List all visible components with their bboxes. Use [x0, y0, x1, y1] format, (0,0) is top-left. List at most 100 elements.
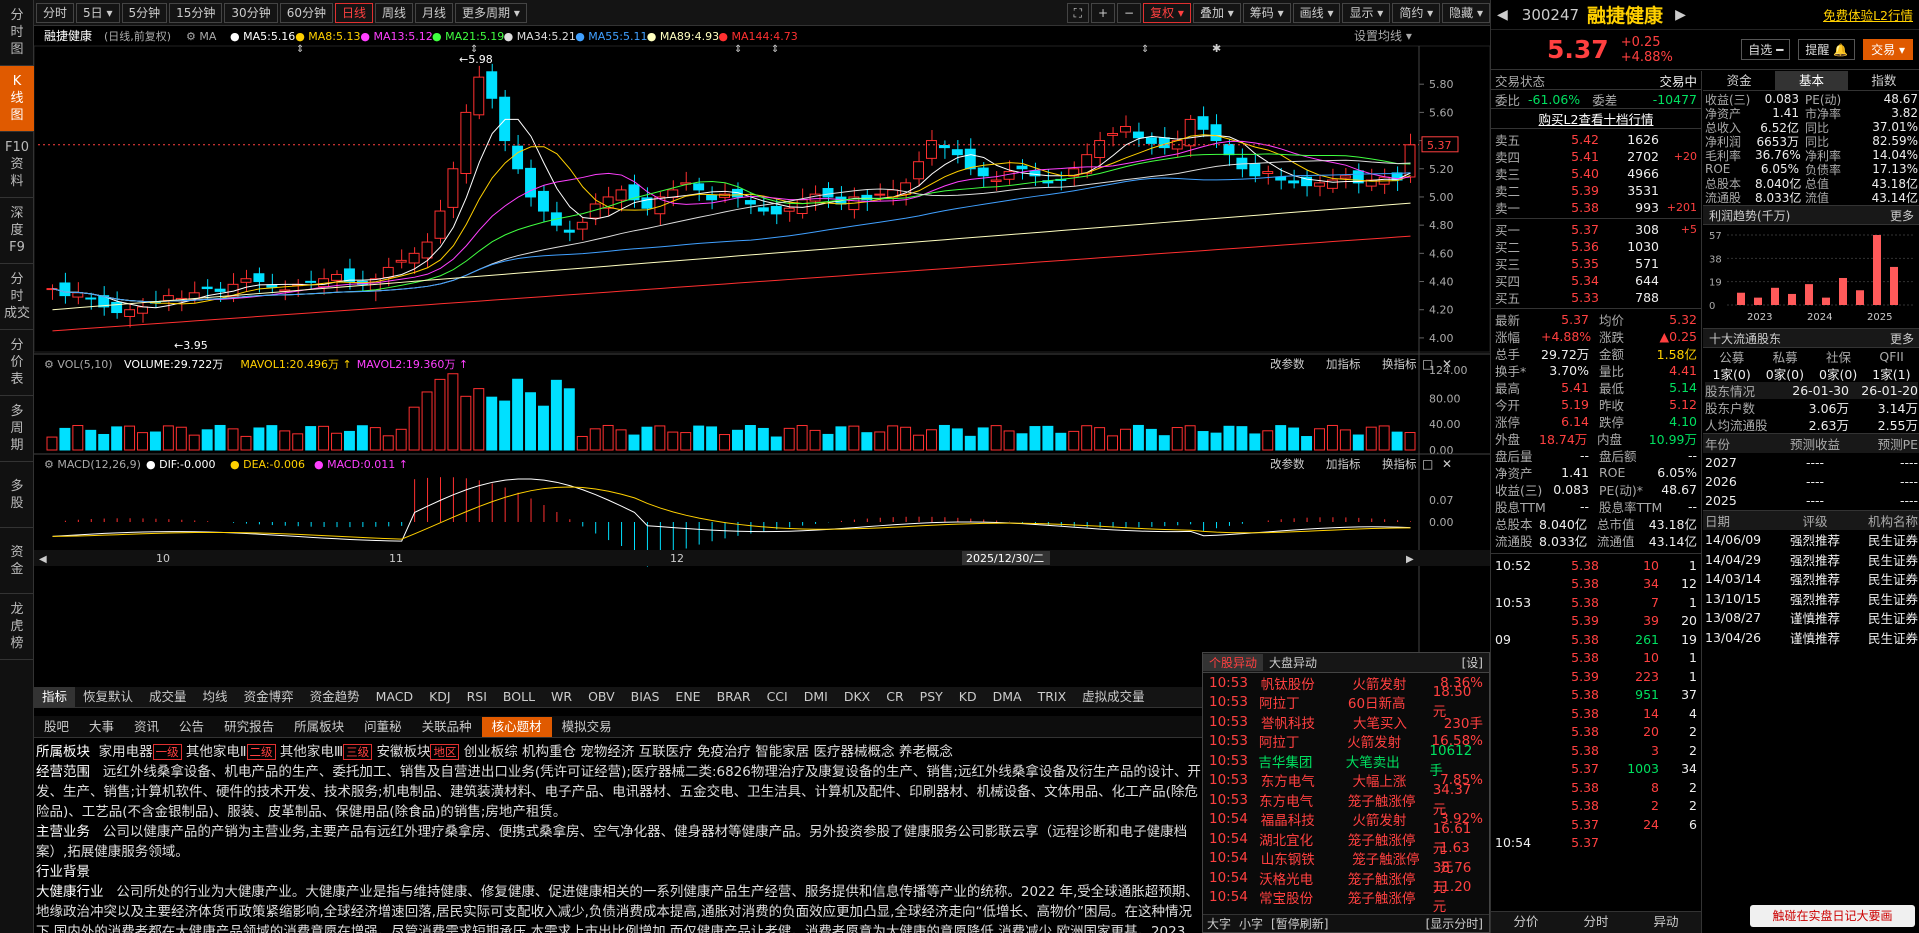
- indicator-tab-0[interactable]: 指标: [34, 687, 76, 707]
- kline-chart-area[interactable]: 融捷健康 (日线,前复权) ⚙ MA ● MA5:5.16 ● MA8:5.13 ● MA…: [33, 26, 1491, 686]
- ask-row[interactable]: 卖四 5.41 2702 +20: [1491, 148, 1701, 165]
- indicator-tab-14[interactable]: BRAR: [709, 687, 759, 707]
- profit-more-link[interactable]: 更多: [1890, 207, 1914, 224]
- sidebar-item-8[interactable]: 资金: [0, 528, 34, 594]
- ask-row[interactable]: 卖三 5.40 4966: [1491, 165, 1701, 182]
- tab-stock-alert[interactable]: 个股异动: [1203, 654, 1264, 671]
- sector-item[interactable]: 其他家电Ⅲ 三级: [280, 744, 377, 760]
- alert-row[interactable]: 10:53 东方电气 笼子触涨停 34.37元: [1203, 782, 1489, 818]
- info-tab-9[interactable]: 模拟交易: [552, 717, 622, 737]
- indicator-tab-22[interactable]: TRIX: [1030, 687, 1075, 707]
- sidebar-item-0[interactable]: 分时图: [0, 0, 34, 66]
- prev-stock-icon[interactable]: ◀: [1497, 7, 1508, 23]
- bid-row[interactable]: 买一 5.37 308 +5: [1491, 221, 1701, 238]
- tick-tab-1[interactable]: 分时: [1561, 912, 1631, 932]
- toolbar-right-2[interactable]: 筹码 ▾: [1242, 2, 1291, 23]
- bid-row[interactable]: 买三 5.35 571: [1491, 255, 1701, 272]
- event-marker-icon[interactable]: ⇕: [470, 44, 478, 55]
- f10-tab-0[interactable]: 资金: [1703, 71, 1775, 91]
- sector-item[interactable]: 养老概念: [899, 744, 953, 760]
- info-tab-2[interactable]: 资讯: [124, 717, 169, 737]
- rating-row[interactable]: 13/08/27 谨慎推荐 民生证券: [1703, 608, 1919, 628]
- indicator-tab-2[interactable]: 成交量: [141, 687, 195, 707]
- period-button-1[interactable]: 5日 ▾: [76, 2, 120, 23]
- sector-item[interactable]: 宠物经济: [580, 744, 638, 760]
- toolbar-right-1[interactable]: 叠加 ▾: [1192, 2, 1241, 23]
- indicator-tab-12[interactable]: BIAS: [623, 687, 668, 707]
- indicator-tab-17[interactable]: DKX: [836, 687, 878, 707]
- vol-close-icon[interactable]: ✕: [1442, 357, 1452, 371]
- sector-item[interactable]: 医疗器械概念: [814, 744, 899, 760]
- info-tab-1[interactable]: 大事: [79, 717, 124, 737]
- ask-row[interactable]: 卖一 5.38 993 +201: [1491, 199, 1701, 216]
- popup-settings-button[interactable]: [设]: [1462, 654, 1489, 671]
- period-button-0[interactable]: 分时: [36, 2, 75, 23]
- period-button-5[interactable]: 60分钟: [279, 2, 333, 23]
- sector-item[interactable]: 创业板综: [464, 744, 522, 760]
- indicator-tab-10[interactable]: WR: [543, 687, 580, 707]
- indicator-tab-9[interactable]: BOLL: [495, 687, 543, 707]
- macd-control-0[interactable]: 改参数: [1270, 457, 1305, 471]
- fullscreen-icon[interactable]: ⛶: [1066, 2, 1089, 23]
- next-stock-icon[interactable]: ▶: [1675, 7, 1686, 23]
- info-tab-6[interactable]: 问董秘: [354, 717, 412, 737]
- period-button-8[interactable]: 月线: [415, 2, 454, 23]
- large-font-button[interactable]: 大字: [1203, 915, 1235, 932]
- macd-maximize-icon[interactable]: □: [1422, 457, 1433, 471]
- macd-control-2[interactable]: 换指标: [1382, 457, 1417, 471]
- macd-control-1[interactable]: 加指标: [1326, 457, 1361, 471]
- indicator-tab-8[interactable]: RSI: [459, 687, 495, 707]
- alert-row[interactable]: 10:53 吉华集团 大笔卖出 10612手: [1203, 743, 1489, 779]
- vol-control-0[interactable]: 改参数: [1270, 357, 1305, 371]
- trade-button[interactable]: 交易 ▾: [1863, 39, 1913, 60]
- sidebar-item-3[interactable]: 深度 F9: [0, 198, 34, 264]
- sidebar-item-6[interactable]: 多周期: [0, 396, 34, 462]
- period-button-4[interactable]: 30分钟: [224, 2, 278, 23]
- info-tab-8[interactable]: 核心题材: [481, 716, 552, 737]
- event-marker-icon[interactable]: ⇕: [771, 44, 779, 55]
- sidebar-item-7[interactable]: 多股: [0, 462, 34, 528]
- f10-tab-1[interactable]: 基本: [1775, 71, 1848, 91]
- ma-settings-button[interactable]: 设置均线 ▾: [1354, 29, 1412, 43]
- vol-control-2[interactable]: 换指标: [1382, 357, 1417, 371]
- period-button-6[interactable]: 日线: [334, 2, 373, 23]
- alert-row[interactable]: 10:53 阿拉丁 60日新高 18.50元: [1203, 684, 1489, 720]
- sidebar-item-4[interactable]: 分时成交: [0, 264, 34, 330]
- info-tab-5[interactable]: 所属板块: [284, 717, 354, 737]
- f10-tab-2[interactable]: 指数: [1848, 71, 1919, 91]
- vol-maximize-icon[interactable]: □: [1422, 357, 1433, 371]
- sidebar-item-2[interactable]: F10 资料: [0, 132, 34, 198]
- info-tab-7[interactable]: 关联品种: [412, 717, 482, 737]
- period-button-9[interactable]: 更多周期 ▾: [455, 2, 527, 23]
- indicator-tab-3[interactable]: 均线: [195, 687, 236, 707]
- zoom-out-icon[interactable]: −: [1117, 2, 1142, 23]
- indicator-tab-21[interactable]: DMA: [985, 687, 1030, 707]
- ask-row[interactable]: 卖二 5.39 3531: [1491, 182, 1701, 199]
- indicator-tab-20[interactable]: KD: [951, 687, 985, 707]
- indicator-tab-13[interactable]: ENE: [667, 687, 708, 707]
- event-marker-icon[interactable]: ⇕: [1141, 44, 1149, 55]
- tab-market-alert[interactable]: 大盘异动: [1263, 654, 1323, 671]
- bid-row[interactable]: 买四 5.34 644: [1491, 272, 1701, 289]
- remind-button[interactable]: 提醒 🔔: [1798, 39, 1856, 60]
- bid-row[interactable]: 买二 5.36 1030: [1491, 238, 1701, 255]
- sector-item[interactable]: 机构重仓: [522, 744, 580, 760]
- ask-row[interactable]: 卖五 5.42 1626: [1491, 131, 1701, 148]
- toolbar-right-3[interactable]: 画线 ▾: [1292, 2, 1341, 23]
- indicator-tab-5[interactable]: 资金趋势: [302, 687, 368, 707]
- indicator-tab-19[interactable]: PSY: [912, 687, 951, 707]
- buy-l2-link[interactable]: 购买L2查看十档行情: [1491, 109, 1701, 129]
- info-tab-4[interactable]: 研究报告: [214, 717, 284, 737]
- sector-item[interactable]: 家用电器 一级: [99, 744, 186, 760]
- indicator-tab-11[interactable]: OBV: [580, 687, 623, 707]
- show-timeshare-button[interactable]: [显示分时]: [1420, 915, 1489, 932]
- indicator-tab-18[interactable]: CR: [878, 687, 911, 707]
- sector-item[interactable]: 免疫治疗: [697, 744, 755, 760]
- indicator-tab-1[interactable]: 恢复默认: [75, 687, 141, 707]
- indicator-tab-15[interactable]: CCI: [759, 687, 796, 707]
- info-tab-3[interactable]: 公告: [169, 717, 214, 737]
- kline-chart-svg[interactable]: 融捷健康 (日线,前复权) ⚙ MA ● MA5:5.16 ● MA8:5.13 ● MA…: [33, 26, 1491, 686]
- sector-item[interactable]: 互联医疗: [639, 744, 697, 760]
- toolbar-right-6[interactable]: 隐藏 ▾: [1442, 2, 1490, 23]
- event-marker-icon[interactable]: ⇕: [734, 44, 742, 55]
